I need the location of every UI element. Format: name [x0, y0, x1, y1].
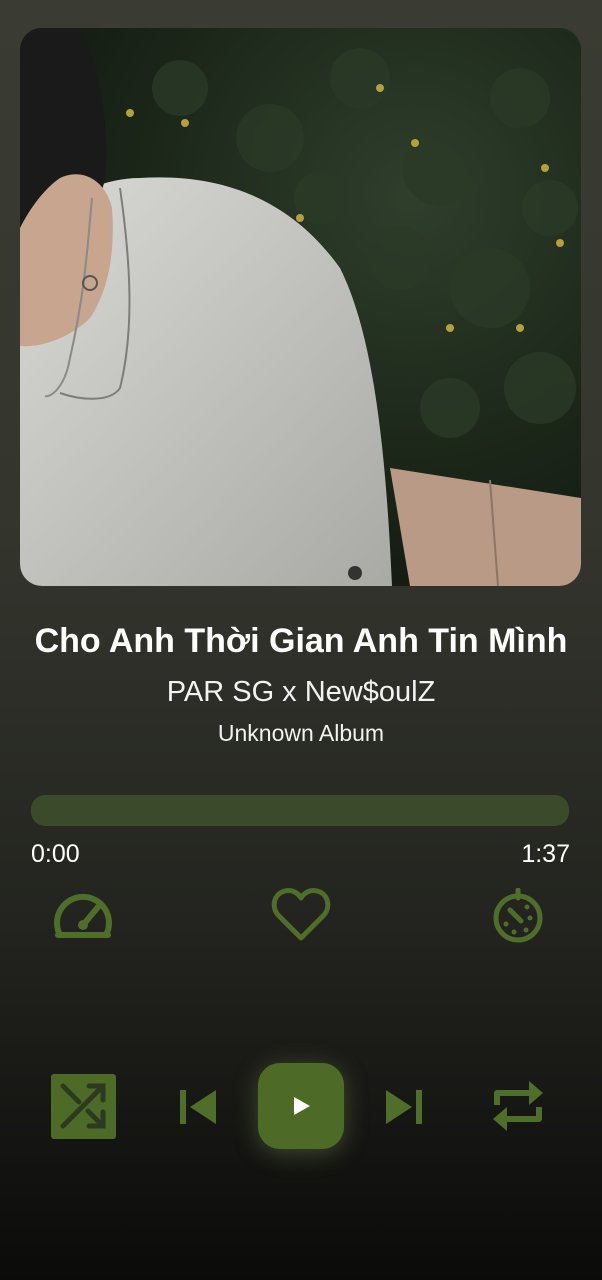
play-icon [294, 1097, 310, 1115]
seek-bar[interactable] [31, 795, 569, 826]
shuffle-button[interactable] [51, 1074, 116, 1139]
next-button[interactable] [383, 1086, 425, 1128]
favorite-button[interactable] [269, 884, 333, 944]
sleep-timer-icon [493, 888, 543, 943]
track-title-marquee: Cho Anh Thời Gian Anh Tin Mình [0, 618, 602, 666]
repeat-button[interactable] [490, 1076, 546, 1136]
sleep-timer-button[interactable] [488, 886, 548, 946]
total-duration: 1:37 [521, 840, 570, 868]
heart-outline-icon [271, 888, 331, 941]
elapsed-time: 0:00 [31, 840, 80, 868]
skip-next-icon [386, 1090, 422, 1124]
skip-previous-icon [180, 1090, 216, 1124]
track-artist[interactable]: PAR SG x New$oulZ [0, 672, 602, 712]
playback-speed-button[interactable] [50, 885, 116, 945]
shuffle-icon [51, 1074, 116, 1139]
repeat-icon [493, 1081, 543, 1131]
album-artwork-image [20, 28, 581, 586]
track-title: Cho Anh Thời Gian Anh Tin Mình [34, 622, 568, 660]
play-button[interactable] [258, 1063, 344, 1149]
previous-button[interactable] [177, 1086, 219, 1128]
album-artwork [20, 28, 581, 586]
speedometer-icon [54, 893, 112, 938]
track-album[interactable]: Unknown Album [0, 716, 602, 750]
